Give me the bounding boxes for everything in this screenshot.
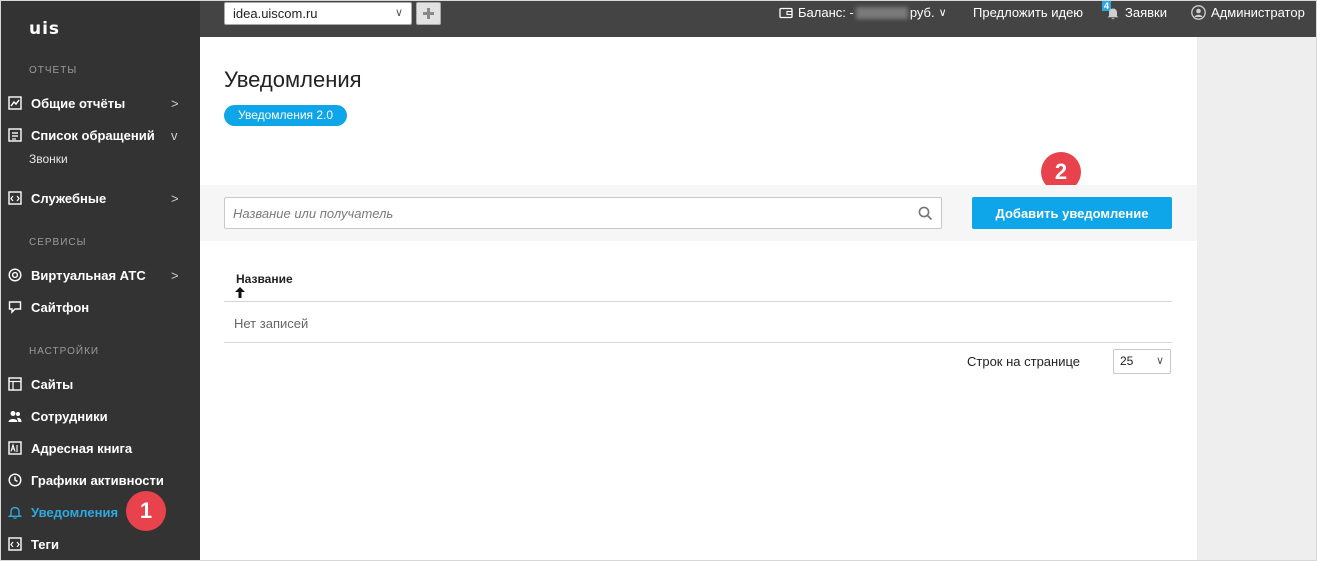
users-icon xyxy=(8,409,22,423)
sidebar: uis ОТЧЕТЫ Общие отчёты > Список обращен… xyxy=(1,1,200,560)
chart-icon xyxy=(8,96,22,110)
sidebar-item-label: Служебные xyxy=(31,190,107,206)
requests-link[interactable]: Заявки xyxy=(1106,5,1167,20)
rows-per-page-select[interactable]: 25 ∨ xyxy=(1113,349,1171,374)
sidebar-item-label: Уведомления xyxy=(31,504,119,520)
bell-icon xyxy=(8,505,22,519)
sidebar-item-general-reports[interactable]: Общие отчёты > xyxy=(1,89,200,117)
app-window: uis ОТЧЕТЫ Общие отчёты > Список обращен… xyxy=(0,0,1317,561)
sidebar-item-label: Список обращений xyxy=(31,127,155,143)
tag-icon xyxy=(8,537,22,551)
chevron-right-icon: > xyxy=(171,190,179,206)
empty-table-message: Нет записей xyxy=(234,316,309,331)
sidebar-item-sitephone[interactable]: Сайтфон xyxy=(1,293,200,321)
sort-arrow-up-icon[interactable] xyxy=(235,287,245,298)
wallet-icon xyxy=(779,7,793,18)
search-icon[interactable] xyxy=(918,206,933,221)
rows-per-page-value: 25 xyxy=(1120,354,1134,368)
sidebar-item-label: Сайтфон xyxy=(31,299,90,315)
table-bottom-divider xyxy=(224,342,1172,343)
sidebar-item-label: Графики активности xyxy=(31,472,164,488)
right-empty-pane xyxy=(1197,37,1316,560)
add-notification-button[interactable]: Добавить уведомление xyxy=(972,197,1172,229)
bell-icon xyxy=(1107,8,1119,19)
sidebar-item-activity-schedules[interactable]: Графики активности xyxy=(1,466,200,494)
chevron-right-icon: > xyxy=(171,95,179,111)
sidebar-item-appeals-list[interactable]: Список обращений v xyxy=(1,121,200,149)
search-box xyxy=(224,197,942,229)
column-header-name[interactable]: Название xyxy=(236,272,293,286)
sidebar-item-tags[interactable]: Теги xyxy=(1,530,200,558)
suggest-idea-link[interactable]: Предложить идею xyxy=(973,5,1083,20)
sidebar-item-label: Сайты xyxy=(31,376,74,392)
site-select-value: idea.uiscom.ru xyxy=(233,6,318,21)
filter-bar: Добавить уведомление xyxy=(200,185,1197,241)
sidebar-item-address-book[interactable]: Адресная книга xyxy=(1,434,200,462)
sidebar-item-label: Общие отчёты xyxy=(31,95,126,111)
table-header-divider xyxy=(224,301,1172,302)
chevron-down-icon: ∨ xyxy=(938,7,947,19)
add-site-button[interactable] xyxy=(416,2,441,25)
requests-label: Заявки xyxy=(1125,5,1167,20)
clock-icon xyxy=(8,473,22,487)
chevron-right-icon: > xyxy=(171,267,179,283)
sidebar-item-label: Адресная книга xyxy=(31,440,133,456)
balance-unit: руб. xyxy=(909,5,935,20)
code-icon xyxy=(8,191,22,205)
sidebar-item-sites[interactable]: Сайты xyxy=(1,370,200,398)
sidebar-item-virtual-pbx[interactable]: Виртуальная АТС > xyxy=(1,261,200,289)
signal-icon xyxy=(8,268,22,282)
chevron-down-icon: ∨ xyxy=(1155,355,1164,367)
page-title: Уведомления xyxy=(224,67,362,92)
sidebar-item-notifications[interactable]: Уведомления xyxy=(1,498,200,526)
site-select[interactable]: idea.uiscom.ru ∨ xyxy=(224,2,412,25)
admin-menu[interactable]: Администратор xyxy=(1191,5,1305,20)
chevron-down-icon: v xyxy=(171,127,178,143)
section-reports: ОТЧЕТЫ xyxy=(29,65,78,76)
sidebar-item-label: Виртуальная АТС xyxy=(31,267,146,283)
search-input[interactable] xyxy=(233,198,913,228)
section-services: СЕРВИСЫ xyxy=(29,237,87,248)
user-avatar-icon xyxy=(1191,5,1206,20)
balance-label: Баланс: - xyxy=(798,5,854,20)
annotation-marker-1: 1 xyxy=(126,491,166,531)
list-icon xyxy=(8,128,22,142)
plus-icon xyxy=(423,8,434,19)
main-content: Уведомления Уведомления 2.0 2 Добавить у… xyxy=(200,37,1197,560)
sidebar-item-label: Теги xyxy=(31,536,59,552)
section-settings: НАСТРОЙКИ xyxy=(29,346,100,357)
rows-per-page-label: Строк на странице xyxy=(967,354,1081,369)
chevron-down-icon: ∨ xyxy=(394,7,403,19)
logo[interactable]: uis xyxy=(29,19,60,39)
sidebar-item-label: Сотрудники xyxy=(31,408,108,424)
sidebar-item-employees[interactable]: Сотрудники xyxy=(1,402,200,430)
address-book-icon xyxy=(8,441,22,455)
balance-menu[interactable]: Баланс: - руб. ∨ xyxy=(779,5,947,20)
version-badge[interactable]: Уведомления 2.0 xyxy=(224,105,348,126)
top-bar: idea.uiscom.ru ∨ Баланс: - руб. ∨ Предло… xyxy=(200,1,1316,37)
site-icon xyxy=(8,377,22,391)
chat-phone-icon xyxy=(8,300,22,314)
sidebar-subitem-calls[interactable]: Звонки xyxy=(29,152,68,166)
sidebar-item-service[interactable]: Служебные > xyxy=(1,184,200,212)
balance-amount-hidden xyxy=(855,6,908,19)
admin-label: Администратор xyxy=(1211,5,1305,20)
